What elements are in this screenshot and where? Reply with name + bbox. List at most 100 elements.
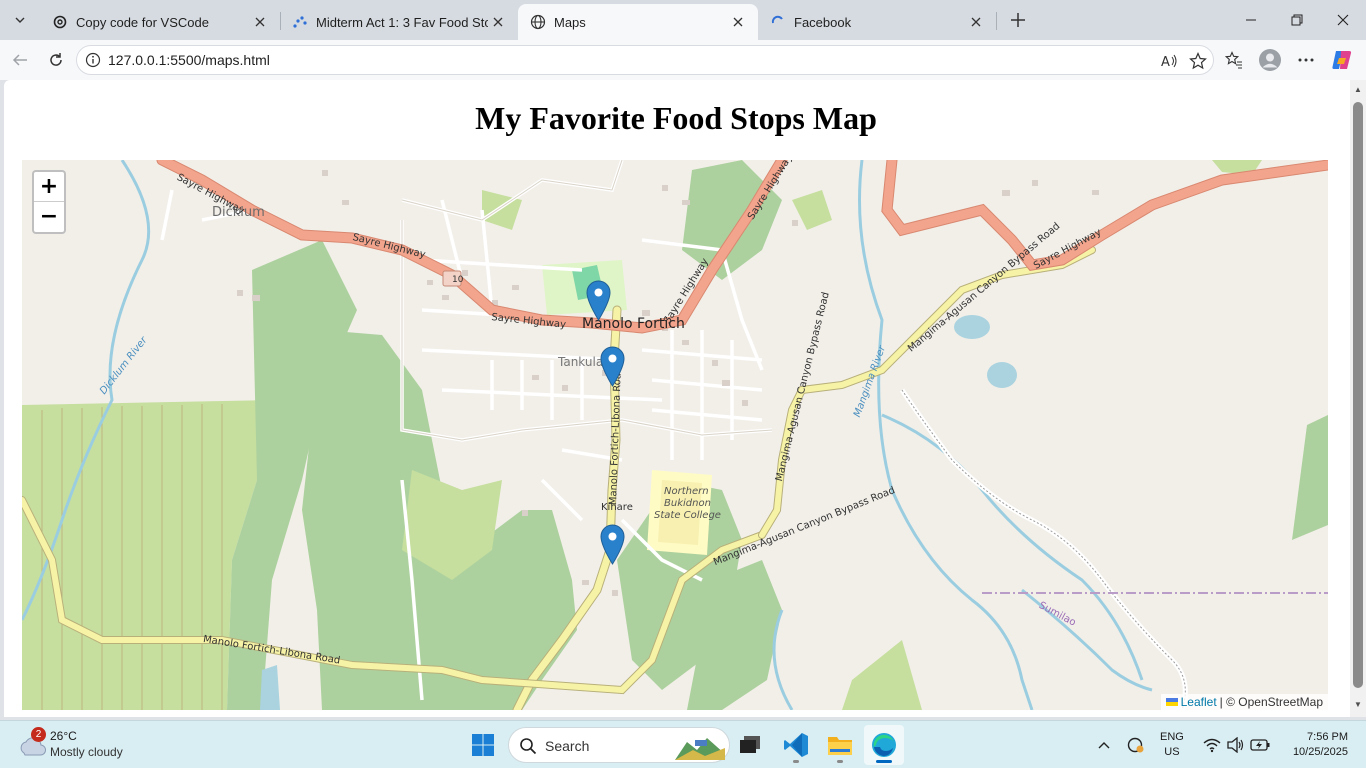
tab-separator [996,12,997,30]
favorites-list-icon [1225,51,1242,69]
search-highlight-image [675,738,725,760]
tab-facebook[interactable]: Facebook [758,4,996,40]
minimize-button[interactable] [1228,0,1274,40]
favorites-button[interactable] [1220,46,1248,74]
route-number-label: 10 [452,275,464,285]
avatar-icon [1259,49,1281,71]
volume-button[interactable] [1226,735,1246,755]
windows-icon [472,734,494,756]
page-title: My Favorite Food Stops Map [475,100,877,136]
attribution-text: | © OpenStreetMap [1219,695,1323,709]
security-alert-icon [1127,737,1144,753]
openai-icon [52,14,68,30]
globe-icon [530,14,546,30]
zoom-out-button[interactable]: − [34,202,64,232]
map-label-college: Bukidnon [664,498,711,509]
running-indicator [837,760,843,763]
settings-menu-button[interactable] [1292,46,1320,74]
language-code: ENG [1160,731,1184,743]
back-button[interactable] [6,46,34,74]
profile-button[interactable] [1256,46,1284,74]
tray-overflow-button[interactable] [1094,735,1114,755]
browser-toolbar: 127.0.0.1:5500/maps.html A [0,40,1366,80]
scroll-up-icon[interactable]: ▲ [1353,85,1363,95]
folder-icon [828,737,852,755]
ukraine-flag-icon [1165,698,1178,706]
active-indicator [876,760,892,763]
close-window-button[interactable] [1320,0,1366,40]
loading-icon [770,14,786,30]
vscode-icon [784,733,808,757]
taskbar-task-view[interactable] [730,725,770,765]
map-container[interactable]: Dicklum Manolo Fortich Tankulan Kihare N… [22,160,1328,710]
refresh-button[interactable] [42,46,70,74]
close-icon[interactable] [966,12,986,32]
svg-text:A: A [1161,55,1170,69]
tab-midterm[interactable]: Midterm Act 1: 3 Fav Food Stop M [280,4,518,40]
battery-button[interactable] [1250,735,1270,755]
tab-title: Facebook [794,14,852,30]
tab-search-button[interactable] [6,6,34,34]
restore-icon [1291,14,1303,26]
weather-condition: Mostly cloudy [50,745,123,759]
leaflet-link[interactable]: Leaflet [1181,695,1217,709]
taskbar-vscode[interactable] [776,725,816,765]
url-text: 127.0.0.1:5500/maps.html [108,52,270,68]
search-icon [520,738,537,755]
taskbar-search[interactable]: Search [508,727,730,763]
start-button[interactable] [463,725,503,765]
weather-badge: 2 [31,727,46,742]
chevron-down-icon [15,17,25,23]
scroll-down-icon[interactable]: ▼ [1353,700,1363,710]
refresh-icon [50,53,62,66]
read-aloud-icon[interactable]: A [1159,50,1181,72]
dots-icon [292,14,308,30]
restore-button[interactable] [1274,0,1320,40]
map-label-college: Northern [664,486,709,497]
tab-maps[interactable]: Maps [518,4,758,40]
wifi-button[interactable] [1202,735,1222,755]
running-indicator [793,760,799,763]
close-icon[interactable] [728,12,748,32]
tab-copy-code[interactable]: Copy code for VSCode [40,4,280,40]
tray-app-button[interactable] [1126,735,1146,755]
location-marker[interactable] [586,280,611,321]
map-tiles [22,160,1328,710]
new-tab-button[interactable] [1004,6,1032,34]
region-code: US [1164,746,1180,758]
weather-widget[interactable]: 2 26°C Mostly cloudy [14,727,164,763]
tab-title: Maps [554,14,586,30]
system-clock[interactable]: 7:56 PM 10/25/2025 [1268,730,1348,760]
location-marker[interactable] [600,524,625,565]
speaker-icon [1227,737,1244,753]
more-icon [1298,58,1314,62]
zoom-in-button[interactable]: + [34,172,64,202]
address-bar[interactable]: 127.0.0.1:5500/maps.html A [76,45,1214,75]
edge-icon [872,733,896,757]
info-icon[interactable] [85,52,101,68]
search-label: Search [545,738,590,754]
battery-charging-icon [1250,739,1270,751]
taskbar-edge[interactable] [864,725,904,765]
copilot-button[interactable] [1328,46,1356,74]
tab-title: Copy code for VSCode [76,14,209,30]
language-indicator[interactable]: ENG US [1160,730,1184,760]
taskbar-file-explorer[interactable] [820,725,860,765]
page-scrollbar[interactable]: ▲ ▼ [1350,80,1366,717]
taskbar: 2 26°C Mostly cloudy Search ENG US 7:56 … [0,720,1366,768]
close-icon [1337,14,1349,26]
close-icon[interactable] [250,12,270,32]
chevron-up-icon [1098,742,1110,749]
clock-date: 10/25/2025 [1292,746,1348,758]
close-icon[interactable] [488,12,508,32]
copilot-icon [1332,51,1352,69]
favorite-star-icon[interactable] [1187,50,1209,72]
wifi-icon [1203,738,1221,753]
clock-time: 7:56 PM [1307,731,1348,743]
zoom-control: + − [32,170,66,234]
map-attribution: Leaflet | © OpenStreetMap [1160,694,1328,710]
tab-title: Midterm Act 1: 3 Fav Food Stop M [316,14,488,30]
location-marker[interactable] [600,346,625,387]
scrollbar-thumb[interactable] [1353,102,1363,688]
minimize-icon [1246,19,1256,21]
